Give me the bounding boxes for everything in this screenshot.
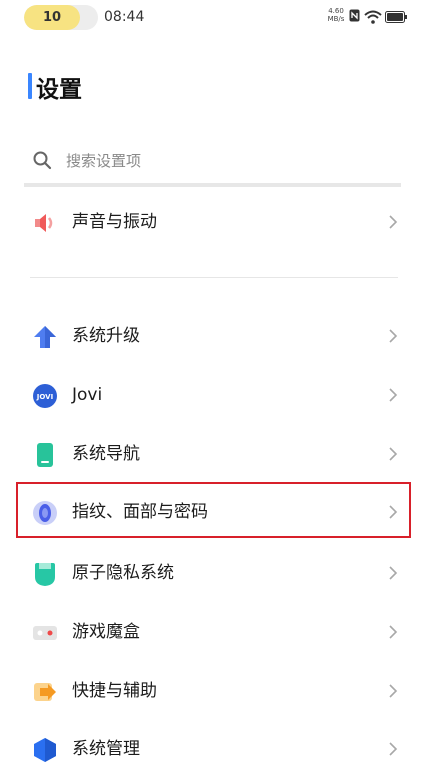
settings-item-label: 系统升级 [72, 326, 140, 346]
chevron-right-icon [389, 684, 398, 698]
network-speed: 4.60 MB/s [325, 7, 347, 23]
settings-item-label: Jovi [72, 385, 103, 405]
settings-item-label: 快捷与辅助 [72, 681, 157, 701]
settings-item-system-management[interactable]: 系统管理 [0, 720, 427, 778]
badge-text: 10 [42, 10, 62, 25]
search-bar[interactable] [24, 141, 401, 187]
settings-item-shortcut-assist[interactable]: 快捷与辅助 [0, 662, 427, 720]
settings-item-label: 游戏魔盒 [72, 622, 140, 642]
chevron-right-icon [389, 566, 398, 580]
settings-item-sound[interactable]: 声音与振动 [0, 193, 427, 251]
status-time: 08:44 [104, 9, 145, 25]
chevron-right-icon [389, 447, 398, 461]
chevron-right-icon [389, 329, 398, 343]
network-speed-value: 4.60 [328, 7, 344, 15]
wifi-icon [364, 10, 382, 24]
highlight-box [16, 482, 411, 538]
jovi-icon-text: JOVI [36, 393, 53, 401]
system-update-icon [34, 326, 56, 348]
settings-item-label: 声音与振动 [72, 212, 157, 232]
system-management-icon [34, 738, 56, 762]
shortcut-icon [34, 683, 56, 701]
settings-item-privacy[interactable]: 原子隐私系统 [0, 544, 427, 602]
navigation-icon [37, 443, 53, 467]
settings-item-label: 原子隐私系统 [72, 563, 174, 583]
settings-item-label: 系统导航 [72, 444, 140, 464]
section-divider [30, 277, 398, 278]
jovi-icon: JOVI [33, 384, 57, 408]
status-bar: 10 08:44 4.60 MB/s [0, 0, 427, 36]
badge-pill[interactable]: 10 [24, 5, 98, 30]
network-speed-unit: MB/s [327, 15, 345, 23]
chevron-right-icon [389, 215, 398, 229]
title-accent-bar [28, 73, 32, 99]
privacy-icon [35, 563, 55, 586]
settings-item-jovi[interactable]: JOVI Jovi [0, 366, 427, 424]
game-box-icon [33, 626, 57, 640]
chevron-right-icon [389, 742, 398, 756]
settings-item-navigation[interactable]: 系统导航 [0, 425, 427, 483]
settings-item-game-box[interactable]: 游戏魔盒 [0, 603, 427, 661]
speaker-icon [35, 214, 53, 232]
settings-item-system-update[interactable]: 系统升级 [0, 307, 427, 365]
search-input[interactable] [66, 147, 386, 175]
chevron-right-icon [389, 388, 398, 402]
settings-item-label: 系统管理 [72, 739, 140, 759]
nfc-icon [349, 9, 360, 22]
chevron-right-icon [389, 625, 398, 639]
battery-icon [385, 11, 407, 23]
page-title: 设置 [36, 77, 82, 103]
search-icon [33, 151, 52, 170]
